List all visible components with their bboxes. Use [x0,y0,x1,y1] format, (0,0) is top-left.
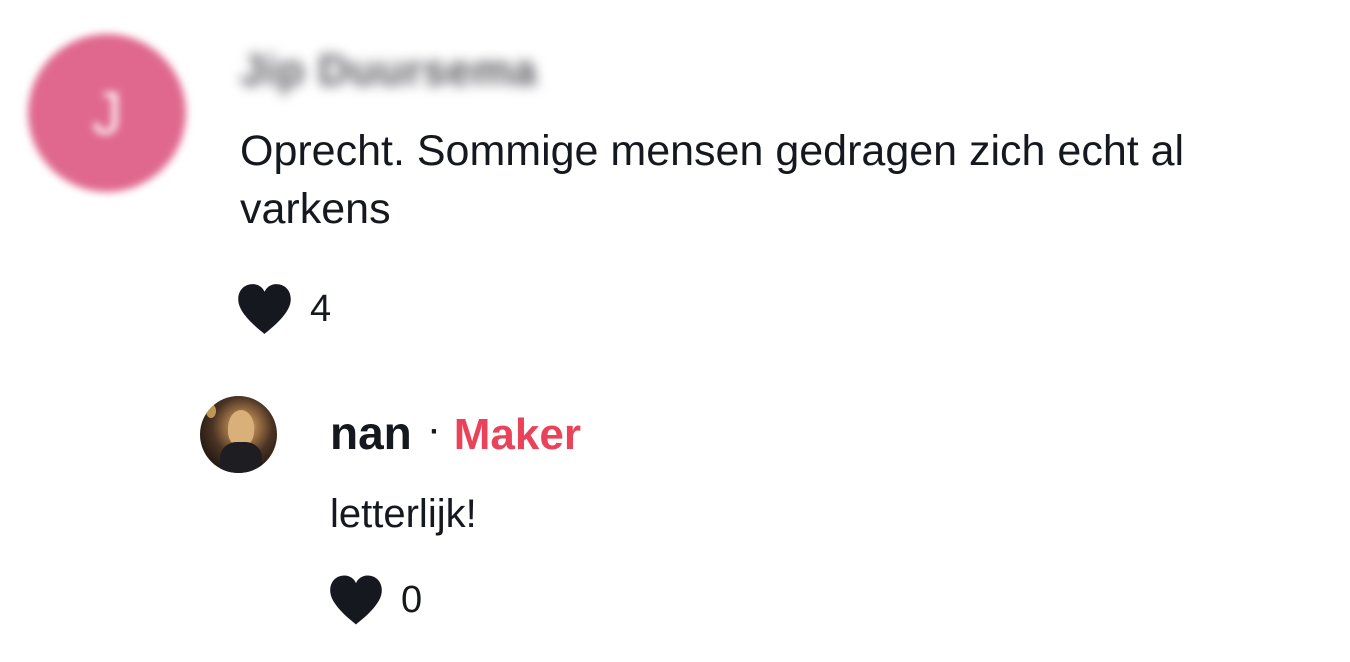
avatar-photo-head [228,410,254,446]
comment-like-row: 4 [236,282,331,336]
comment-like-count: 4 [310,287,332,330]
comment-thread: J Jip Duursema Oprecht. Sommige mensen g… [0,0,1350,662]
heart-icon[interactable] [236,282,293,336]
avatar-photo-body [220,442,262,473]
reply-item: nan · Maker letterlijk! 0 [0,360,1350,662]
comment-item: J Jip Duursema Oprecht. Sommige mensen g… [0,0,1350,360]
commenter-avatar[interactable]: J [28,34,186,192]
reply-like-row: 0 [328,574,422,626]
reply-text: letterlijk! [330,492,477,536]
heart-icon[interactable] [328,574,384,626]
reply-username[interactable]: nan [330,406,412,460]
commenter-username[interactable]: Jip Duursema [240,46,537,96]
reply-avatar[interactable] [200,396,277,473]
avatar-initial-letter: J [92,79,122,147]
comment-text: Oprecht. Sommige mensen gedragen zich ec… [240,127,1185,233]
reply-header: nan · Maker [330,406,581,460]
creator-badge: Maker [453,410,581,459]
avatar-photo-light [206,404,216,418]
header-separator: · [429,415,440,448]
reply-like-count: 0 [401,578,423,621]
